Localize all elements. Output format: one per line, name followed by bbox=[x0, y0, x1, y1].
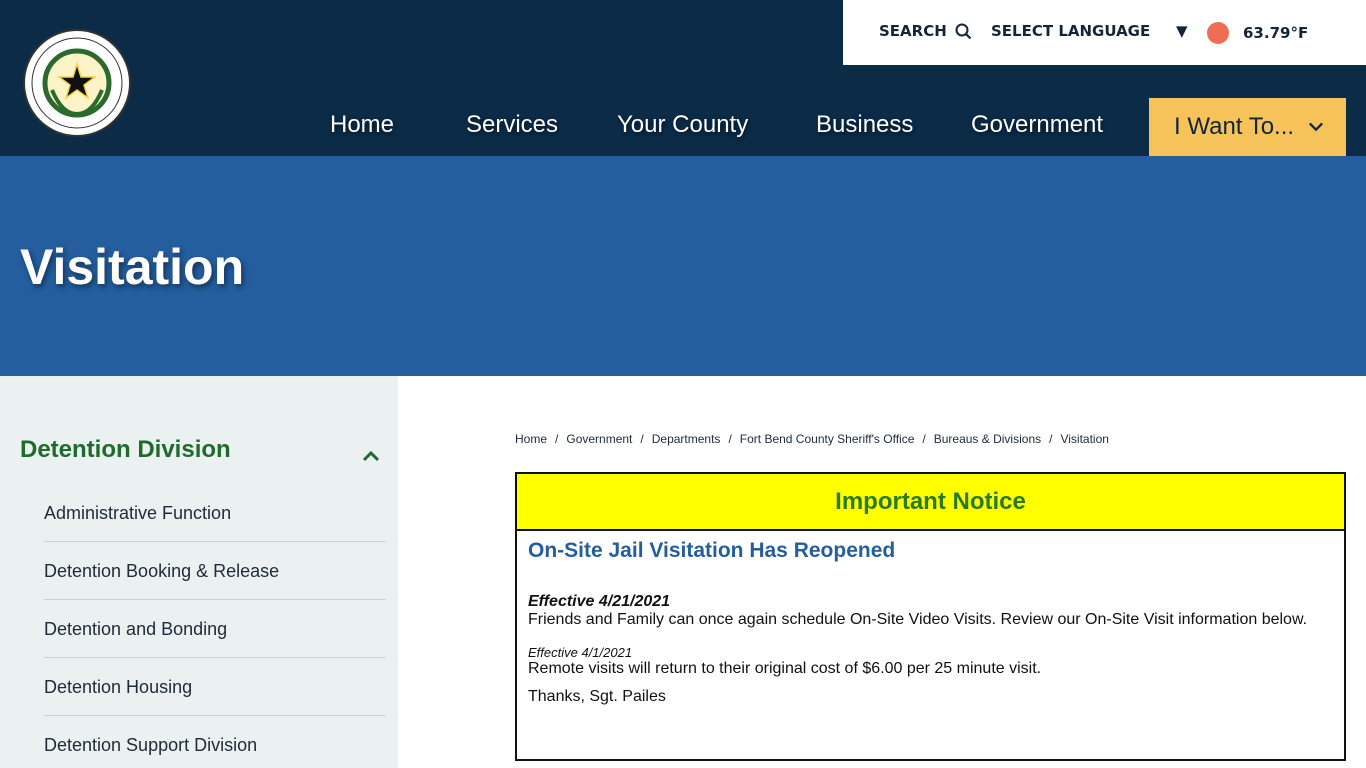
breadcrumb-separator: / bbox=[555, 432, 559, 446]
effective-date-2: Effective 4/1/2021 bbox=[528, 645, 633, 660]
search-label: SEARCH bbox=[879, 22, 947, 40]
breadcrumb-sheriffs-office[interactable]: Fort Bend County Sheriff's Office bbox=[740, 432, 915, 446]
utility-bar: SEARCH SELECT LANGUAGE ▼ 63.79°F bbox=[843, 0, 1366, 65]
notice-subheading: On-Site Jail Visitation Has Reopened bbox=[528, 539, 896, 562]
important-notice-box: Important Notice On-Site Jail Visitation… bbox=[515, 472, 1346, 761]
caret-down-icon: ▼ bbox=[1176, 22, 1188, 40]
breadcrumb-separator: / bbox=[640, 432, 644, 446]
breadcrumb-separator: / bbox=[1049, 432, 1053, 446]
breadcrumb-government[interactable]: Government bbox=[566, 432, 632, 446]
sidebar-item-booking-release[interactable]: Detention Booking & Release bbox=[44, 542, 386, 600]
search-button[interactable]: SEARCH bbox=[879, 22, 972, 40]
main-nav: Home Services Your County Business Gover… bbox=[0, 98, 1366, 156]
sidebar-item-detention-bonding[interactable]: Detention and Bonding bbox=[44, 600, 386, 658]
breadcrumb-separator: / bbox=[728, 432, 732, 446]
hero-banner: Visitation bbox=[0, 156, 1366, 376]
notice-heading: Important Notice bbox=[517, 474, 1344, 531]
notice-signoff: Thanks, Sgt. Pailes bbox=[528, 688, 666, 705]
notice-paragraph-2: Remote visits will return to their origi… bbox=[528, 660, 1042, 677]
breadcrumb-current: Visitation bbox=[1060, 432, 1109, 446]
sidebar-item-detention-housing[interactable]: Detention Housing bbox=[44, 658, 386, 716]
sidebar: Detention Division Administrative Functi… bbox=[0, 376, 398, 768]
chevron-down-icon bbox=[1309, 122, 1324, 132]
breadcrumb: Home / Government / Departments / Fort B… bbox=[515, 432, 1109, 446]
nav-business[interactable]: Business bbox=[816, 98, 913, 156]
notice-paragraph-1: Friends and Family can once again schedu… bbox=[528, 611, 1308, 628]
select-language-label: SELECT LANGUAGE bbox=[991, 22, 1151, 40]
chevron-up-icon[interactable] bbox=[361, 446, 381, 466]
weather-widget: 63.79°F bbox=[1207, 22, 1308, 44]
breadcrumb-bureaus-divisions[interactable]: Bureaus & Divisions bbox=[934, 432, 1041, 446]
breadcrumb-separator: / bbox=[922, 432, 926, 446]
sidebar-item-detention-support[interactable]: Detention Support Division bbox=[44, 716, 386, 768]
site-header: SEARCH SELECT LANGUAGE ▼ 63.79°F Home Se… bbox=[0, 0, 1366, 156]
temperature: 63.79°F bbox=[1243, 24, 1309, 42]
sidebar-item-administrative-function[interactable]: Administrative Function bbox=[44, 484, 386, 542]
nav-i-want-to-label: I Want To... bbox=[1174, 113, 1295, 140]
sidebar-section-title[interactable]: Detention Division bbox=[20, 436, 231, 464]
nav-your-county[interactable]: Your County bbox=[617, 98, 748, 156]
notice-body: On-Site Jail Visitation Has Reopened Eff… bbox=[517, 531, 1344, 714]
sidebar-list: Administrative Function Detention Bookin… bbox=[44, 484, 386, 768]
nav-government[interactable]: Government bbox=[971, 98, 1103, 156]
search-icon bbox=[955, 23, 972, 39]
page-title: Visitation bbox=[20, 239, 245, 295]
effective-date-1: Effective 4/21/2021 bbox=[528, 593, 671, 610]
breadcrumb-departments[interactable]: Departments bbox=[652, 432, 721, 446]
nav-services[interactable]: Services bbox=[466, 98, 558, 156]
nav-i-want-to[interactable]: I Want To... bbox=[1149, 98, 1346, 156]
sun-icon bbox=[1207, 22, 1229, 44]
nav-home[interactable]: Home bbox=[330, 98, 394, 156]
breadcrumb-home[interactable]: Home bbox=[515, 432, 547, 446]
select-language-dropdown[interactable]: SELECT LANGUAGE ▼ bbox=[991, 22, 1188, 40]
